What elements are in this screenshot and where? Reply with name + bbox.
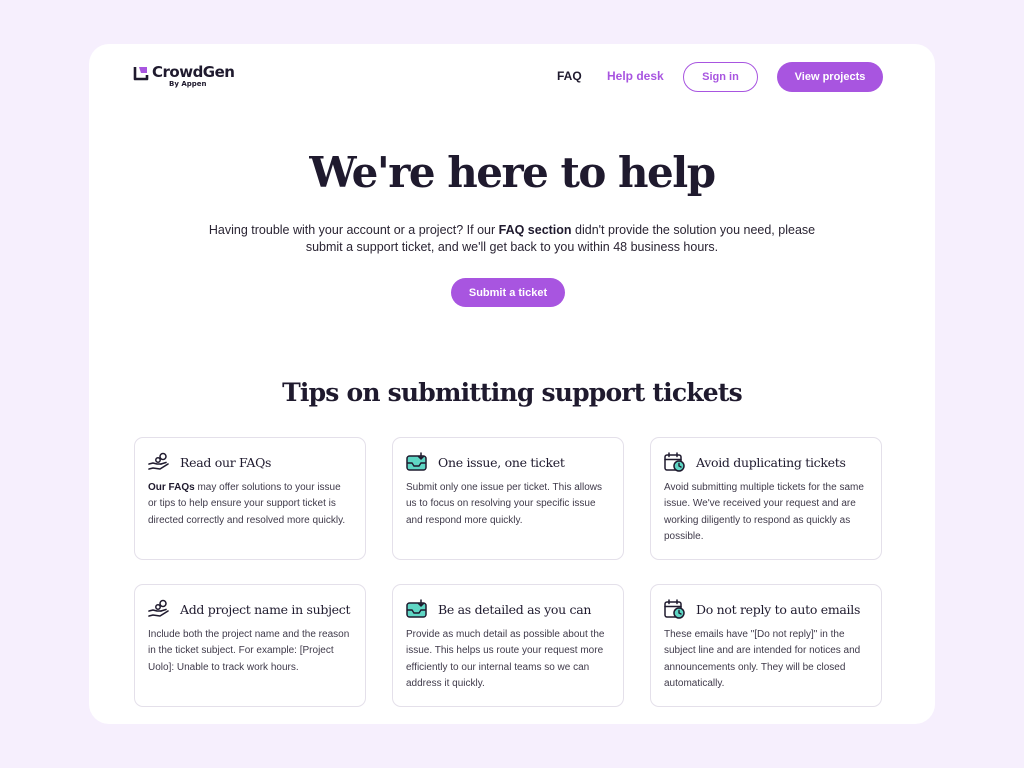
crowdgen-logo[interactable]: CrowdGen By Appen [133, 63, 235, 89]
tip-card-one-issue: One issue, one ticket Submit only one is… [392, 437, 624, 560]
faqs-link[interactable]: Our FAQs [148, 482, 195, 493]
tip-title: Avoid duplicating tickets [696, 454, 846, 470]
inbox-download-icon [406, 599, 427, 618]
hero-description: Having trouble with your account or a pr… [202, 222, 822, 256]
tip-body: Our FAQs may offer solutions to your iss… [148, 480, 352, 529]
page-title: We're here to help [309, 148, 716, 197]
faq-section-link[interactable]: FAQ section [499, 223, 572, 237]
tip-body: Submit only one issue per ticket. This a… [406, 482, 603, 526]
brand-sub: By Appen [169, 80, 207, 88]
tip-body: Provide as much detail as possible about… [406, 629, 605, 689]
calendar-clock-icon [664, 452, 685, 472]
tip-body: Avoid submitting multiple tickets for th… [664, 482, 864, 542]
nav-faq-link[interactable]: FAQ [557, 69, 582, 83]
tips-section-title: Tips on submitting support tickets [282, 378, 743, 407]
tip-card-avoid-duplicating: Avoid duplicating tickets Avoid submitti… [650, 437, 882, 560]
tip-title: One issue, one ticket [438, 454, 565, 470]
tip-card-read-faqs: Read our FAQs Our FAQs may offer solutio… [134, 437, 366, 560]
brand-name: CrowdGen [152, 63, 235, 81]
crowdgen-logo-icon [133, 67, 149, 81]
calendar-clock-icon [664, 599, 685, 619]
tip-title: Do not reply to auto emails [696, 601, 861, 617]
tip-title: Be as detailed as you can [438, 601, 592, 617]
nav-help-desk-link[interactable]: Help desk [607, 69, 664, 83]
tip-body: These emails have "[Do not reply]" in th… [664, 629, 861, 689]
tip-body: Include both the project name and the re… [148, 629, 350, 673]
tip-title: Add project name in subject [180, 601, 351, 617]
tip-card-project-name: Add project name in subject Include both… [134, 584, 366, 707]
main-card: CrowdGen By Appen FAQ Help desk Sign in … [89, 44, 935, 724]
tip-card-be-detailed: Be as detailed as you can Provide as muc… [392, 584, 624, 707]
view-projects-button[interactable]: View projects [777, 62, 883, 92]
hero-text-start: Having trouble with your account or a pr… [208, 223, 499, 237]
tip-card-no-reply: Do not reply to auto emails These emails… [650, 584, 882, 707]
hand-coins-icon [148, 452, 169, 470]
inbox-download-icon [406, 452, 427, 471]
sign-in-button[interactable]: Sign in [683, 62, 758, 92]
hand-coins-icon [148, 599, 169, 617]
tip-title: Read our FAQs [180, 454, 272, 470]
submit-ticket-button[interactable]: Submit a ticket [451, 278, 565, 307]
